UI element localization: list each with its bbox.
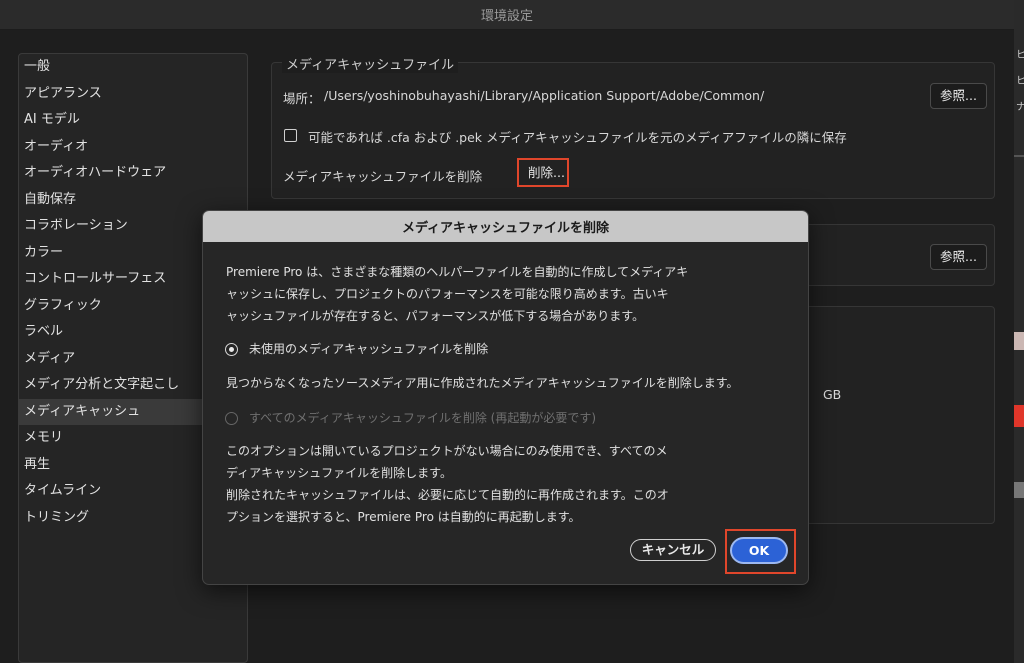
location-path: /Users/yoshinobuhayashi/Library/Applicat… <box>324 88 765 103</box>
option-all-description: このオプションは開いているプロジェクトがない場合にのみ使用でき、すべてのメ ディ… <box>226 440 669 528</box>
dialog-intro: Premiere Pro は、さまざまな種類のヘルパーファイルを自動的に作成して… <box>226 261 688 327</box>
cache-size-unit: GB <box>823 387 842 402</box>
edge-divider <box>1014 155 1024 157</box>
sidebar-item[interactable]: オーディオ <box>19 134 247 161</box>
sidebar-item[interactable]: アピアランス <box>19 81 247 108</box>
sidebar-item[interactable]: 一般 <box>19 54 247 81</box>
dialog-title: メディアキャッシュファイルを削除 <box>401 221 610 236</box>
browse-location-button[interactable]: 参照... <box>930 83 987 109</box>
edge-glyph: ヒ <box>1016 50 1024 61</box>
window-titlebar: 環境設定 <box>0 0 1014 30</box>
description-line: このオプションは開いているプロジェクトがない場合にのみ使用でき、すべてのメ <box>226 444 668 458</box>
ok-button-highlight <box>725 529 796 574</box>
option-unused-description: 見つからなくなったソースメディア用に作成されたメディアキャッシュファイルを削除し… <box>226 376 739 390</box>
edge-swatch <box>1014 332 1024 350</box>
option-all-label[interactable]: すべてのメディアキャッシュファイルを削除 (再起動が必要です) <box>249 407 596 429</box>
dialog-header: メディアキャッシュファイルを削除 <box>203 211 808 242</box>
delete-cache-dialog: メディアキャッシュファイルを削除 Premiere Pro は、さまざまな種類の… <box>202 210 809 585</box>
description-line: プションを選択すると、Premiere Pro は自動的に再起動します。 <box>226 510 581 524</box>
delete-button-highlight <box>517 158 569 187</box>
edge-glyph: ヒ <box>1016 76 1024 87</box>
delete-cache-label: メディアキャッシュファイルを削除 <box>283 169 483 184</box>
intro-line: ャッシュに保存し、プロジェクトのパフォーマンスを可能な限り高めます。古いキ <box>226 287 669 301</box>
media-cache-files-group: メディアキャッシュファイル 場所： /Users/yoshinobuhayash… <box>271 54 995 199</box>
save-next-to-media-checkbox[interactable] <box>284 129 297 142</box>
option-unused-label[interactable]: 未使用のメディアキャッシュファイルを削除 <box>249 338 488 360</box>
media-cache-files-title: メディアキャッシュファイル <box>282 54 459 73</box>
option-unused-radio[interactable] <box>225 343 238 356</box>
edge-swatch <box>1014 405 1024 427</box>
sidebar-item[interactable]: AI モデル <box>19 107 247 134</box>
intro-line: Premiere Pro は、さまざまな種類のヘルパーファイルを自動的に作成して… <box>226 265 689 279</box>
save-next-to-media-label: 可能であれば .cfa および .pek メディアキャッシュファイルを元のメディ… <box>308 130 847 145</box>
sidebar-item[interactable]: オーディオハードウェア <box>19 160 247 187</box>
cancel-button[interactable]: キャンセル <box>630 539 716 561</box>
location-label: 場所： <box>283 91 321 106</box>
intro-line: ャッシュファイルが存在すると、パフォーマンスが低下する場合があります。 <box>226 309 645 323</box>
edge-swatch <box>1014 482 1024 498</box>
window-title: 環境設定 <box>480 9 533 24</box>
description-line: ディアキャッシュファイルを削除します。 <box>226 466 452 480</box>
description-line: 削除されたキャッシュファイルは、必要に応じて自動的に再作成されます。このオ <box>226 488 669 502</box>
edge-glyph: ナ <box>1016 102 1024 113</box>
background-window-edge: ヒ ヒ ナ <box>1014 0 1024 663</box>
option-all-radio[interactable] <box>225 412 238 425</box>
browse-database-button[interactable]: 参照... <box>930 244 987 270</box>
